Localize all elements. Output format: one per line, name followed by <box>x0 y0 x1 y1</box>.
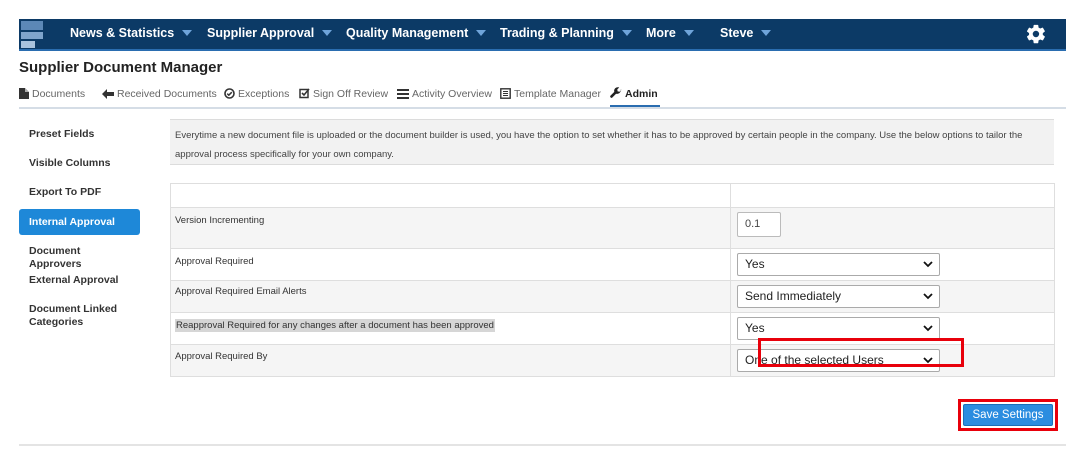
internal-approval-description: Everytime a new document file is uploade… <box>170 119 1054 165</box>
setting-label: Approval Required Email Alerts <box>171 281 731 312</box>
arrow-left-icon <box>102 89 114 99</box>
nav-supplier-approval[interactable]: Supplier Approval <box>207 19 333 49</box>
caret-down-icon <box>683 30 694 36</box>
setting-label: Reapproval Required for any changes afte… <box>171 313 731 344</box>
checkbox-icon <box>299 88 310 99</box>
sidebar-item-external-approval[interactable]: External Approval <box>19 274 140 287</box>
tab-template-manager[interactable]: Template Manager <box>500 83 601 107</box>
tab-activity-overview[interactable]: Activity Overview <box>397 83 492 107</box>
nav-user-menu[interactable]: Steve <box>720 19 772 49</box>
caret-down-icon <box>761 30 772 36</box>
email-alerts-select[interactable]: Send Immediately <box>737 285 940 308</box>
version-incrementing-input[interactable]: 0.1 <box>737 212 781 237</box>
page-title: Supplier Document Manager <box>19 59 223 76</box>
approval-required-select[interactable]: Yes <box>737 253 940 276</box>
chevron-down-icon <box>923 325 933 332</box>
footer-divider <box>19 444 1066 446</box>
nav-quality-management[interactable]: Quality Management <box>346 19 487 49</box>
sidebar-item-visible-columns[interactable]: Visible Columns <box>19 157 140 170</box>
setting-label: Version Incrementing <box>171 208 731 248</box>
setting-label: Approval Required <box>171 249 731 280</box>
table-header-row <box>171 184 1054 208</box>
highlight-box-approval-required-by <box>758 338 964 367</box>
app-logo[interactable] <box>21 21 43 49</box>
table-row: Version Incrementing 0.1 <box>171 208 1054 249</box>
nav-more[interactable]: More <box>646 19 694 49</box>
sidebar-item-internal-approval[interactable]: Internal Approval <box>19 209 140 235</box>
sidebar-item-export-to-pdf[interactable]: Export To PDF <box>19 186 140 199</box>
top-navbar: News & Statistics Supplier Approval Qual… <box>19 19 1066 51</box>
circle-check-icon <box>224 88 235 99</box>
caret-down-icon <box>322 30 333 36</box>
sidebar-item-document-approvers[interactable]: Document Approvers <box>19 245 140 271</box>
caret-down-icon <box>476 30 487 36</box>
reapproval-required-select[interactable]: Yes <box>737 317 940 340</box>
nav-trading-planning[interactable]: Trading & Planning <box>500 19 632 49</box>
sidebar-item-preset-fields[interactable]: Preset Fields <box>19 128 140 141</box>
tab-bar: Documents Received Documents Exceptions … <box>19 83 1066 109</box>
tab-admin[interactable]: Admin <box>610 83 660 107</box>
list-icon <box>397 89 409 99</box>
table-row: Approval Required Yes <box>171 249 1054 281</box>
setting-label: Approval Required By <box>171 345 731 376</box>
gear-icon[interactable] <box>1025 23 1047 45</box>
caret-down-icon <box>182 30 193 36</box>
sidebar-item-document-linked-categories[interactable]: Document Linked Categories <box>19 303 140 329</box>
chevron-down-icon <box>923 293 933 300</box>
nav-news-statistics[interactable]: News & Statistics <box>70 19 193 49</box>
tab-documents[interactable]: Documents <box>19 83 85 107</box>
wrench-icon <box>610 87 622 98</box>
tab-received-documents[interactable]: Received Documents <box>102 83 217 107</box>
tab-sign-off-review[interactable]: Sign Off Review <box>299 83 388 107</box>
caret-down-icon <box>621 30 632 36</box>
table-row: Approval Required Email Alerts Send Imme… <box>171 281 1054 313</box>
template-icon <box>500 88 511 99</box>
tab-exceptions[interactable]: Exceptions <box>224 83 289 107</box>
document-icon <box>19 88 29 99</box>
chevron-down-icon <box>923 261 933 268</box>
highlight-box-save-settings <box>958 399 1058 431</box>
